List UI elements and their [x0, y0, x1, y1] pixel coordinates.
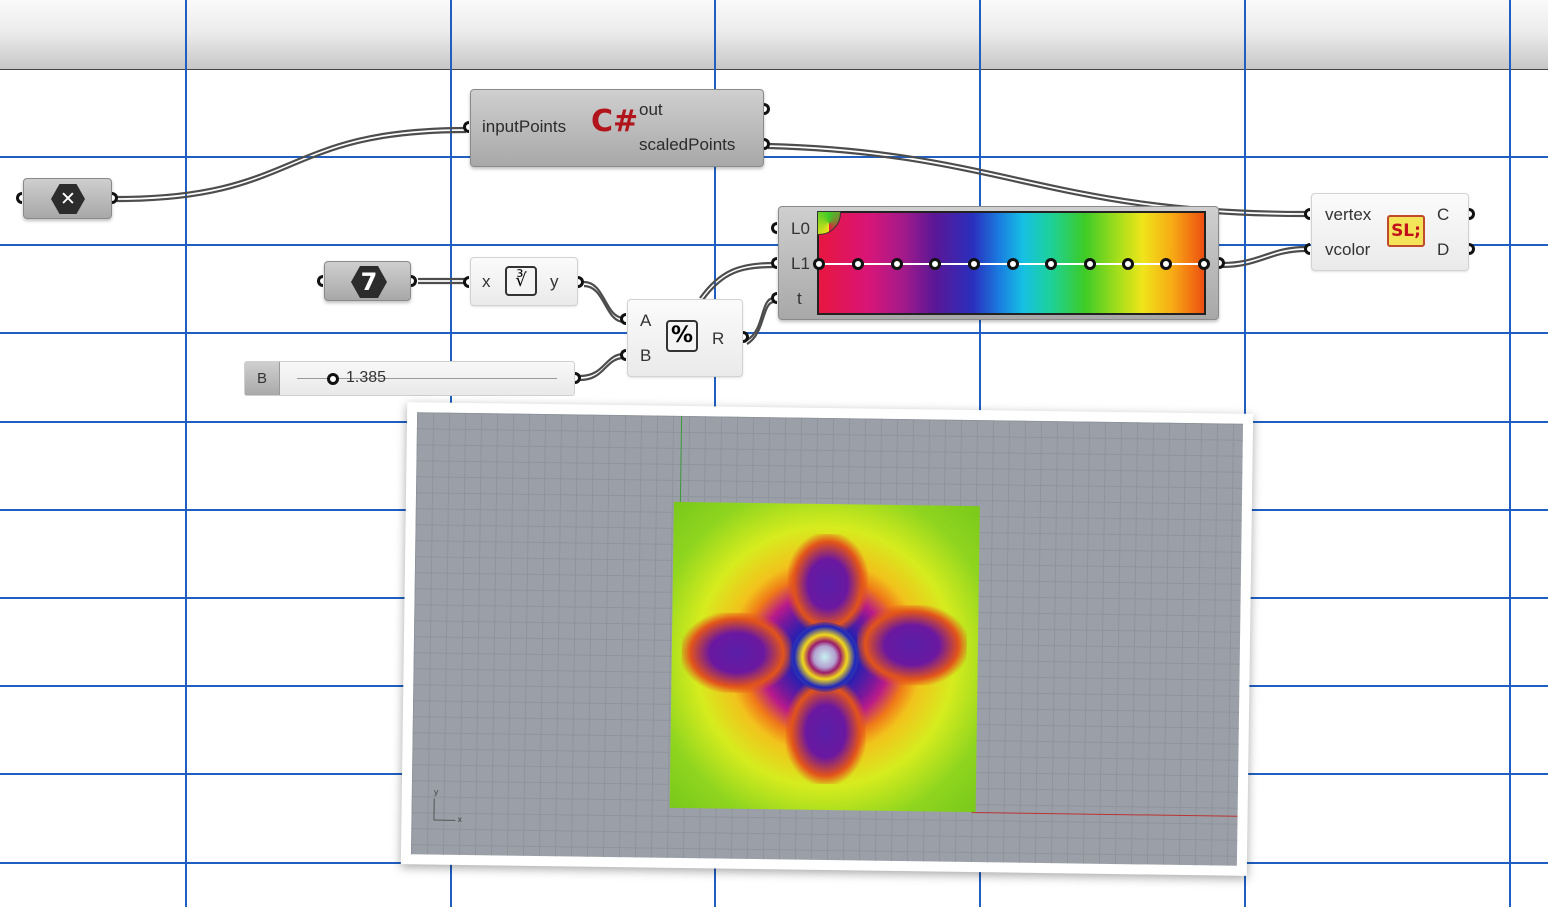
gradient-grip[interactable] — [1084, 258, 1096, 270]
fractal-arm — [784, 678, 867, 785]
wire-clear-to-csharp — [116, 126, 467, 199]
axis-gizmo-y — [433, 798, 435, 821]
number-slider[interactable]: B 1.385 — [244, 361, 575, 396]
input-port[interactable] — [317, 275, 323, 287]
shader-node[interactable]: vertex vcolor SL; C D — [1311, 193, 1469, 271]
axis-label-x: x — [457, 814, 463, 824]
integer-param-node[interactable]: 7 — [324, 261, 411, 301]
slider-value: 1.385 — [346, 369, 387, 386]
slider-grip[interactable] — [327, 373, 339, 385]
input-param-label: vcolor — [1325, 240, 1371, 259]
input-port[interactable] — [1304, 208, 1310, 220]
null-param-node[interactable]: ✕ — [23, 178, 112, 219]
cube-root-node[interactable]: x ∛ y — [470, 257, 578, 306]
input-port[interactable] — [620, 313, 626, 325]
fractal-arm — [856, 604, 968, 686]
gradient-grip[interactable] — [968, 258, 980, 270]
input-param-label: B — [640, 346, 652, 365]
input-param-label: L1 — [791, 254, 810, 273]
wire-csharp-to-shader — [767, 142, 1307, 214]
viewport-snapshot: y x — [400, 402, 1254, 876]
input-port[interactable] — [620, 349, 626, 361]
input-param-label: t — [797, 289, 802, 308]
output-param-label: R — [712, 329, 725, 348]
input-param-label: x — [482, 272, 491, 291]
gradient-grip[interactable] — [1045, 258, 1057, 270]
output-param-label: C — [1437, 205, 1450, 224]
cube-root-icon: ∛ — [505, 266, 537, 296]
shader-icon: SL; — [1387, 215, 1425, 247]
integer-hex-icon: 7 — [351, 266, 387, 298]
x-axis-line — [971, 812, 1238, 817]
csharp-script-node[interactable]: inputPoints C# out scaledPoints — [470, 89, 764, 167]
percent-icon: % — [666, 320, 698, 352]
gradient-grip[interactable] — [852, 258, 864, 270]
slider-tag: B — [245, 362, 280, 395]
output-param-label: out — [639, 100, 663, 119]
output-param-label: y — [550, 272, 559, 291]
input-param-label: vertex — [1325, 205, 1372, 224]
gradient-grip[interactable] — [1122, 258, 1134, 270]
input-param-label: A — [640, 311, 652, 330]
output-param-label: D — [1437, 240, 1450, 259]
input-param-label: inputPoints — [482, 117, 567, 136]
gradient-grip[interactable] — [1160, 258, 1172, 270]
gradient-wheel-icon — [817, 211, 841, 235]
gradient-preview[interactable] — [813, 211, 1210, 315]
input-param-label: L0 — [791, 219, 810, 238]
modulus-node[interactable]: A B % R — [627, 299, 743, 377]
input-port[interactable] — [1304, 243, 1310, 255]
fractal-arm — [681, 611, 793, 694]
input-port[interactable] — [16, 192, 22, 204]
x-hexagon-icon: ✕ — [51, 184, 85, 214]
input-port[interactable] — [771, 292, 777, 304]
csharp-icon: C# — [591, 104, 639, 139]
input-port[interactable] — [771, 222, 777, 234]
gradient-grip[interactable] — [813, 258, 825, 270]
input-port[interactable] — [771, 257, 777, 269]
fractal-mesh — [669, 501, 980, 813]
axis-gizmo-x — [433, 819, 456, 821]
input-port[interactable] — [463, 276, 469, 288]
rhino-viewport: y x — [410, 412, 1244, 866]
gradient-grip[interactable] — [1007, 258, 1019, 270]
wire-slider-to-mod — [579, 352, 625, 378]
input-port[interactable] — [463, 121, 469, 133]
fractal-arm — [787, 533, 869, 635]
axis-label-y: y — [433, 787, 439, 797]
gradient-grip[interactable] — [891, 258, 903, 270]
gradient-grip[interactable] — [929, 258, 941, 270]
output-param-label: scaledPoints — [639, 135, 736, 154]
wire-gradient-to-shader — [1221, 245, 1307, 265]
gradient-grip[interactable] — [1198, 258, 1210, 270]
